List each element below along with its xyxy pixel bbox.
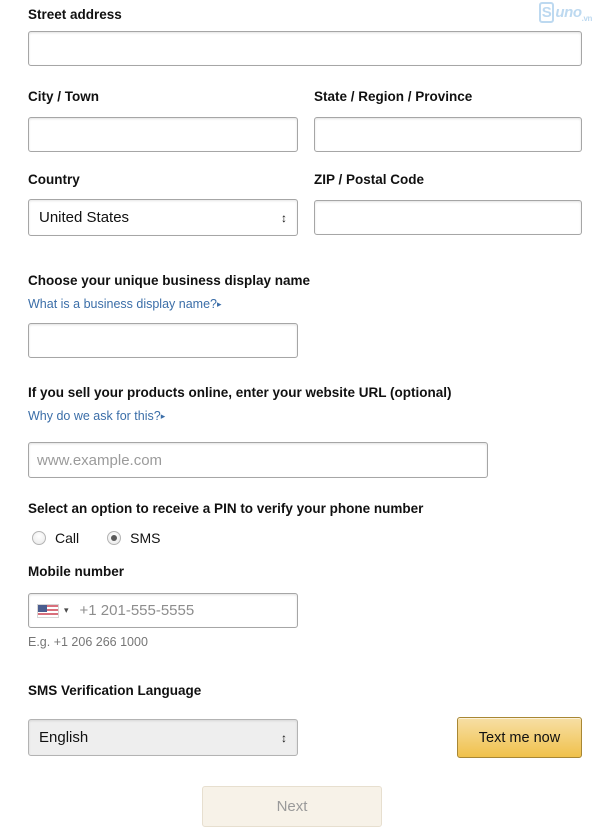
what-is-display-name-link[interactable]: What is a business display name?▸ xyxy=(28,297,582,312)
country-select-wrap: United States ↕ xyxy=(28,199,298,236)
mobile-number-group: Mobile number xyxy=(28,564,124,580)
website-label: If you sell your products online, enter … xyxy=(28,385,452,400)
radio-call[interactable] xyxy=(32,531,46,545)
pin-option-label: Select an option to receive a PIN to ver… xyxy=(28,501,424,516)
pin-radio-group: Call SMS xyxy=(32,530,188,546)
radio-sms[interactable] xyxy=(107,531,122,545)
next-button[interactable]: Next xyxy=(202,786,382,827)
radio-call-label: Call xyxy=(55,530,80,546)
radio-sms-label: SMS xyxy=(130,530,161,546)
us-flag-icon xyxy=(37,603,59,618)
street-address-group: Street address xyxy=(28,7,582,23)
zip-label: ZIP / Postal Code xyxy=(314,172,425,187)
why-do-we-ask-link-text: Why do we ask for this? xyxy=(28,409,161,424)
display-name-group: Choose your unique business display name… xyxy=(28,273,582,312)
country-label: Country xyxy=(28,172,80,187)
display-name-input[interactable] xyxy=(28,323,298,358)
city-field-wrap xyxy=(28,117,298,152)
website-url-input[interactable] xyxy=(28,442,488,478)
mobile-number-input[interactable]: ▾ +1 201-555-5555 xyxy=(28,593,298,628)
street-address-field-wrap xyxy=(28,31,582,66)
what-is-display-name-link-text: What is a business display name? xyxy=(28,297,217,312)
next-button-wrap: Next xyxy=(202,786,382,827)
sms-language-group: SMS Verification Language xyxy=(28,683,201,699)
country-select-value: United States xyxy=(39,209,130,226)
updown-chevron-icon: ↕ xyxy=(281,210,287,225)
chevron-down-icon[interactable]: ▾ xyxy=(64,605,69,616)
mobile-number-field-wrap: ▾ +1 201-555-5555 xyxy=(28,593,298,628)
street-address-input[interactable] xyxy=(28,31,582,66)
sms-language-select-wrap: English ↕ xyxy=(28,719,298,756)
street-address-label: Street address xyxy=(28,7,122,22)
state-label: State / Region / Province xyxy=(314,89,473,104)
city-label: City / Town xyxy=(28,89,99,104)
country-select[interactable]: United States ↕ xyxy=(28,199,298,236)
state-field-wrap xyxy=(314,117,582,152)
text-me-now-button[interactable]: Text me now xyxy=(457,717,582,758)
sms-language-select[interactable]: English ↕ xyxy=(28,719,298,756)
zip-input[interactable] xyxy=(314,200,582,235)
chevron-right-icon: ▸ xyxy=(216,299,222,310)
sms-language-select-value: English xyxy=(39,729,89,746)
sms-language-label: SMS Verification Language xyxy=(28,683,202,698)
display-name-label: Choose your unique business display name xyxy=(28,273,311,288)
signup-address-form-page: Suno.vn Street address City / Town State… xyxy=(0,0,600,834)
mobile-number-hint: E.g. +1 206 266 1000 xyxy=(28,635,148,649)
website-group: If you sell your products online, enter … xyxy=(28,385,582,424)
chevron-right-icon: ▸ xyxy=(160,411,166,422)
watermark-tld: .vn xyxy=(581,14,593,23)
website-field-wrap xyxy=(28,442,488,478)
state-input[interactable] xyxy=(314,117,582,152)
updown-chevron-icon: ↕ xyxy=(281,730,287,745)
display-name-field-wrap xyxy=(28,323,298,358)
zip-field-wrap xyxy=(314,200,582,235)
mobile-number-label: Mobile number xyxy=(28,564,125,579)
city-input[interactable] xyxy=(28,117,298,152)
why-do-we-ask-link[interactable]: Why do we ask for this?▸ xyxy=(28,409,582,424)
text-me-now-button-wrap: Text me now xyxy=(457,717,582,758)
pin-option-group: Select an option to receive a PIN to ver… xyxy=(28,501,582,517)
mobile-number-placeholder: +1 201-555-5555 xyxy=(79,602,195,619)
